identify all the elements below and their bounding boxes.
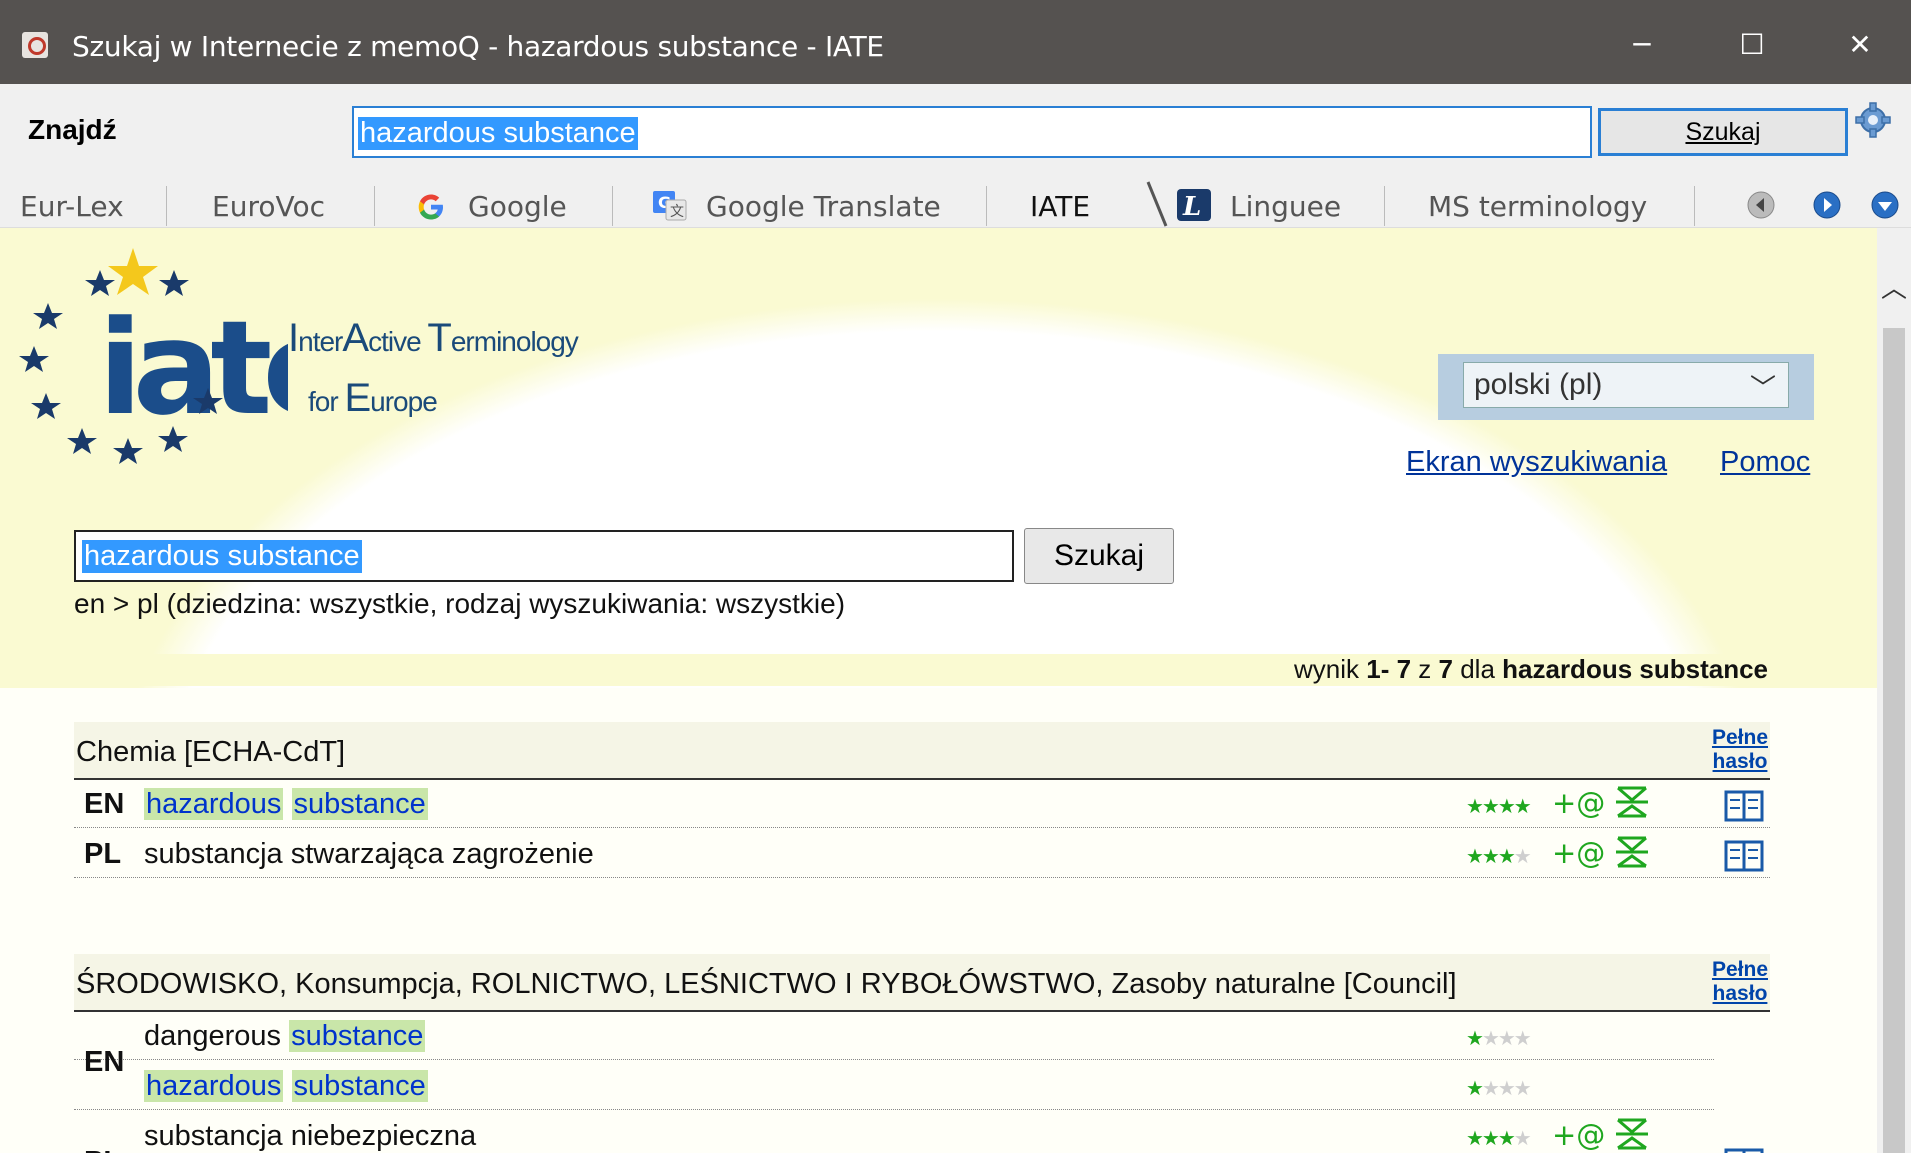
linguee-icon: L: [1177, 189, 1211, 222]
reliability-stars: ★★★★: [1466, 1126, 1532, 1150]
term-text[interactable]: substancja stwarzająca zagrożenie: [144, 838, 594, 871]
chevron-down-icon: ﹀: [1749, 374, 1776, 404]
term-row: substancja niebezpieczna ★★★★ +@: [74, 1112, 1770, 1153]
search-info: en > pl (dziedzina: wszystkie, rodzaj wy…: [74, 588, 846, 619]
tab-iate[interactable]: IATE: [1030, 190, 1090, 223]
vertical-scrollbar[interactable]: ︿: [1877, 228, 1911, 1153]
close-button[interactable]: ✕: [1830, 20, 1890, 70]
tab-eurovoc[interactable]: EuroVoc: [212, 190, 325, 223]
find-bar: Znajdź hazardous substance Szukaj: [0, 84, 1911, 164]
feedback-envelope-icon[interactable]: [1612, 1116, 1652, 1152]
scroll-up-icon[interactable]: ︿: [1877, 268, 1911, 304]
term-text[interactable]: hazardous substance: [144, 1070, 428, 1103]
feedback-envelope-icon[interactable]: [1612, 834, 1652, 870]
previous-tab-icon[interactable]: [1746, 190, 1776, 220]
term-row: PL substancja stwarzająca zagrożenie ★★★…: [74, 830, 1770, 878]
reliability-stars: ★★★★: [1466, 1076, 1532, 1100]
tab-list-dropdown-icon[interactable]: [1870, 190, 1900, 220]
logo-text-line1: InterActive Terminology: [288, 316, 579, 360]
reliability-stars: ★★★★: [1466, 844, 1532, 868]
find-search-button[interactable]: Szukaj: [1598, 108, 1848, 156]
tab-separator: [986, 186, 987, 226]
results-bar: wynik 1- 7 z 7 dla hazardous substance: [74, 654, 1770, 686]
term-language: EN: [84, 788, 125, 820]
iate-logo-text: InterActive Terminology for Europe: [288, 310, 579, 430]
add-at-icon[interactable]: +@: [1552, 1118, 1605, 1152]
term-row: dangerous substance ★★★★: [74, 1012, 1714, 1060]
language-select[interactable]: polski (pl) ﹀: [1438, 354, 1814, 420]
tab-active-divider: [1146, 181, 1168, 227]
find-input[interactable]: hazardous substance: [352, 106, 1592, 158]
memoq-app-icon: [22, 32, 48, 58]
title-bar: Szukaj w Internecie z memoQ - hazardous …: [0, 0, 1911, 84]
window-title: Szukaj w Internecie z memoQ - hazardous …: [72, 30, 884, 63]
gear-icon[interactable]: [1855, 102, 1891, 138]
open-book-icon[interactable]: [1724, 790, 1764, 822]
tab-linguee[interactable]: Linguee: [1230, 190, 1341, 223]
results-summary: wynik 1- 7 z 7 dla hazardous substance: [1294, 654, 1768, 684]
search-provider-tabs: Eur-Lex EuroVoc Google G 文 Google Transl…: [0, 164, 1911, 228]
svg-text:L: L: [1182, 192, 1201, 222]
iate-search-button[interactable]: Szukaj: [1024, 528, 1174, 584]
next-tab-icon[interactable]: [1812, 190, 1842, 220]
entry-domain: ŚRODOWISKO, Konsumpcja, ROLNICTWO, LEŚNI…: [76, 968, 1457, 1000]
entry-domain-header: ŚRODOWISKO, Konsumpcja, ROLNICTWO, LEŚNI…: [74, 954, 1770, 1012]
entry-domain-header: Chemia [ECHA-CdT] Pełne hasło: [74, 722, 1770, 780]
find-label: Znajdź: [28, 114, 117, 145]
tab-google-translate[interactable]: Google Translate: [706, 190, 941, 223]
find-search-button-label: Szukaj: [1685, 118, 1761, 146]
add-at-icon[interactable]: +@: [1552, 836, 1605, 870]
term-text[interactable]: substancja niebezpieczna: [144, 1120, 476, 1153]
search-screen-link[interactable]: Ekran wyszukiwania: [1406, 446, 1667, 479]
full-entry-link[interactable]: Pełne hasło: [1712, 958, 1768, 1006]
svg-text:iate: iate: [98, 292, 288, 444]
svg-text:文: 文: [670, 204, 684, 220]
open-book-icon[interactable]: [1724, 1148, 1764, 1153]
tab-google[interactable]: Google: [468, 190, 567, 223]
help-link[interactable]: Pomoc: [1720, 446, 1810, 479]
reliability-stars: ★★★★: [1466, 1026, 1532, 1050]
google-icon: [418, 194, 443, 220]
reliability-stars: ★★★★: [1466, 794, 1532, 818]
language-select-value[interactable]: polski (pl) ﹀: [1463, 362, 1789, 408]
term-language: PL: [84, 838, 122, 870]
tab-separator: [166, 186, 167, 226]
iate-search-input[interactable]: hazardous substance: [74, 530, 1014, 582]
term-row: EN hazardous substance ★★★★ +@: [74, 780, 1770, 828]
term-text[interactable]: dangerous substance: [144, 1020, 426, 1053]
term-row: hazardous substance ★★★★: [74, 1062, 1714, 1110]
maximize-button[interactable]: ☐: [1722, 20, 1782, 70]
term-text[interactable]: hazardous substance: [144, 788, 428, 821]
add-at-icon[interactable]: +@: [1552, 786, 1605, 820]
logo-text-line2: for Europe: [308, 376, 438, 420]
entry-domain: Chemia [ECHA-CdT]: [76, 736, 346, 768]
iate-web-content: iate InterActive Terminology for Europe …: [0, 228, 1877, 1153]
google-translate-icon: G 文: [653, 191, 687, 221]
tab-ms-terminology[interactable]: MS terminology: [1428, 190, 1647, 223]
find-input-value[interactable]: hazardous substance: [358, 117, 638, 150]
tab-separator: [1384, 186, 1385, 226]
scrollbar-thumb[interactable]: [1883, 328, 1905, 1153]
tab-eur-lex[interactable]: Eur-Lex: [20, 190, 124, 223]
iate-search-value[interactable]: hazardous substance: [82, 540, 362, 573]
feedback-envelope-icon[interactable]: [1612, 784, 1652, 820]
tab-separator: [1694, 186, 1695, 226]
full-entry-link[interactable]: Pełne hasło: [1712, 726, 1768, 774]
iate-logo: iate: [19, 248, 288, 464]
term-language: PL: [84, 1146, 121, 1153]
tab-separator: [612, 186, 613, 226]
minimize-button[interactable]: ─: [1612, 20, 1672, 70]
tab-separator: [374, 186, 375, 226]
open-book-icon[interactable]: [1724, 840, 1764, 872]
